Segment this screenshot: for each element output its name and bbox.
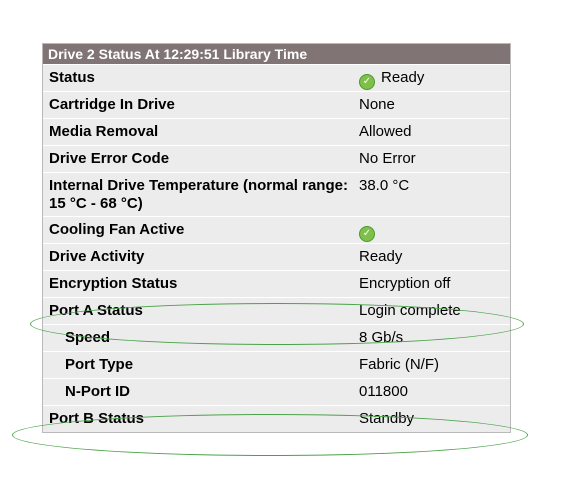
row-label: Media Removal bbox=[49, 123, 159, 140]
table-title: Drive 2 Status At 12:29:51 Library Time bbox=[43, 44, 510, 64]
row-value: No Error bbox=[359, 150, 416, 167]
row-label: Drive Activity bbox=[49, 248, 145, 265]
table-row-cooling-fan: Cooling Fan Active ✓ bbox=[43, 216, 510, 243]
row-value: ✓ Ready bbox=[353, 65, 510, 91]
row-label: Port Type bbox=[65, 356, 134, 373]
table-row-status: Status ✓ Ready bbox=[43, 64, 510, 91]
row-value: None bbox=[359, 96, 395, 113]
table-row-port-type: Port Type Fabric (N/F) bbox=[43, 351, 510, 378]
table-row-port-a-status: Port A Status Login complete bbox=[43, 297, 510, 324]
table-row-port-b-status: Port B Status Standby bbox=[43, 405, 510, 432]
table-row-media-removal: Media Removal Allowed bbox=[43, 118, 510, 145]
table-row-cartridge: Cartridge In Drive None bbox=[43, 91, 510, 118]
row-value: 8 Gb/s bbox=[359, 329, 404, 346]
table-row-speed: Speed 8 Gb/s bbox=[43, 324, 510, 351]
row-value: ✓ bbox=[353, 217, 510, 243]
row-value: 011800 bbox=[359, 383, 408, 400]
check-icon: ✓ bbox=[359, 74, 375, 90]
row-label: Port B Status bbox=[49, 410, 145, 427]
table-row-temperature: Internal Drive Temperature (normal range… bbox=[43, 172, 510, 216]
row-label: Cartridge In Drive bbox=[49, 96, 175, 113]
row-label: N-Port ID bbox=[65, 383, 130, 400]
row-value: 38.0 °C bbox=[359, 177, 410, 194]
table-row-drive-error-code: Drive Error Code No Error bbox=[43, 145, 510, 172]
row-label: Encryption Status bbox=[49, 275, 178, 292]
status-text: Ready bbox=[381, 69, 425, 86]
row-label: Drive Error Code bbox=[49, 150, 170, 167]
row-value: Fabric (N/F) bbox=[359, 356, 439, 373]
row-value: Ready bbox=[359, 248, 403, 265]
row-label: Cooling Fan Active bbox=[49, 221, 185, 238]
table-row-encryption: Encryption Status Encryption off bbox=[43, 270, 510, 297]
check-icon: ✓ bbox=[359, 226, 375, 242]
table-row-n-port-id: N-Port ID 011800 bbox=[43, 378, 510, 405]
row-value: Allowed bbox=[359, 123, 412, 140]
row-value: Encryption off bbox=[359, 275, 451, 292]
row-value: Login complete bbox=[359, 302, 461, 319]
table-row-drive-activity: Drive Activity Ready bbox=[43, 243, 510, 270]
drive-status-table: Drive 2 Status At 12:29:51 Library Time … bbox=[42, 43, 511, 433]
row-value: Standby bbox=[359, 410, 415, 427]
row-label: Speed bbox=[65, 329, 111, 346]
row-label: Port A Status bbox=[49, 302, 143, 319]
row-label: Status bbox=[49, 69, 95, 86]
row-label: Internal Drive Temperature (normal range… bbox=[49, 177, 348, 212]
